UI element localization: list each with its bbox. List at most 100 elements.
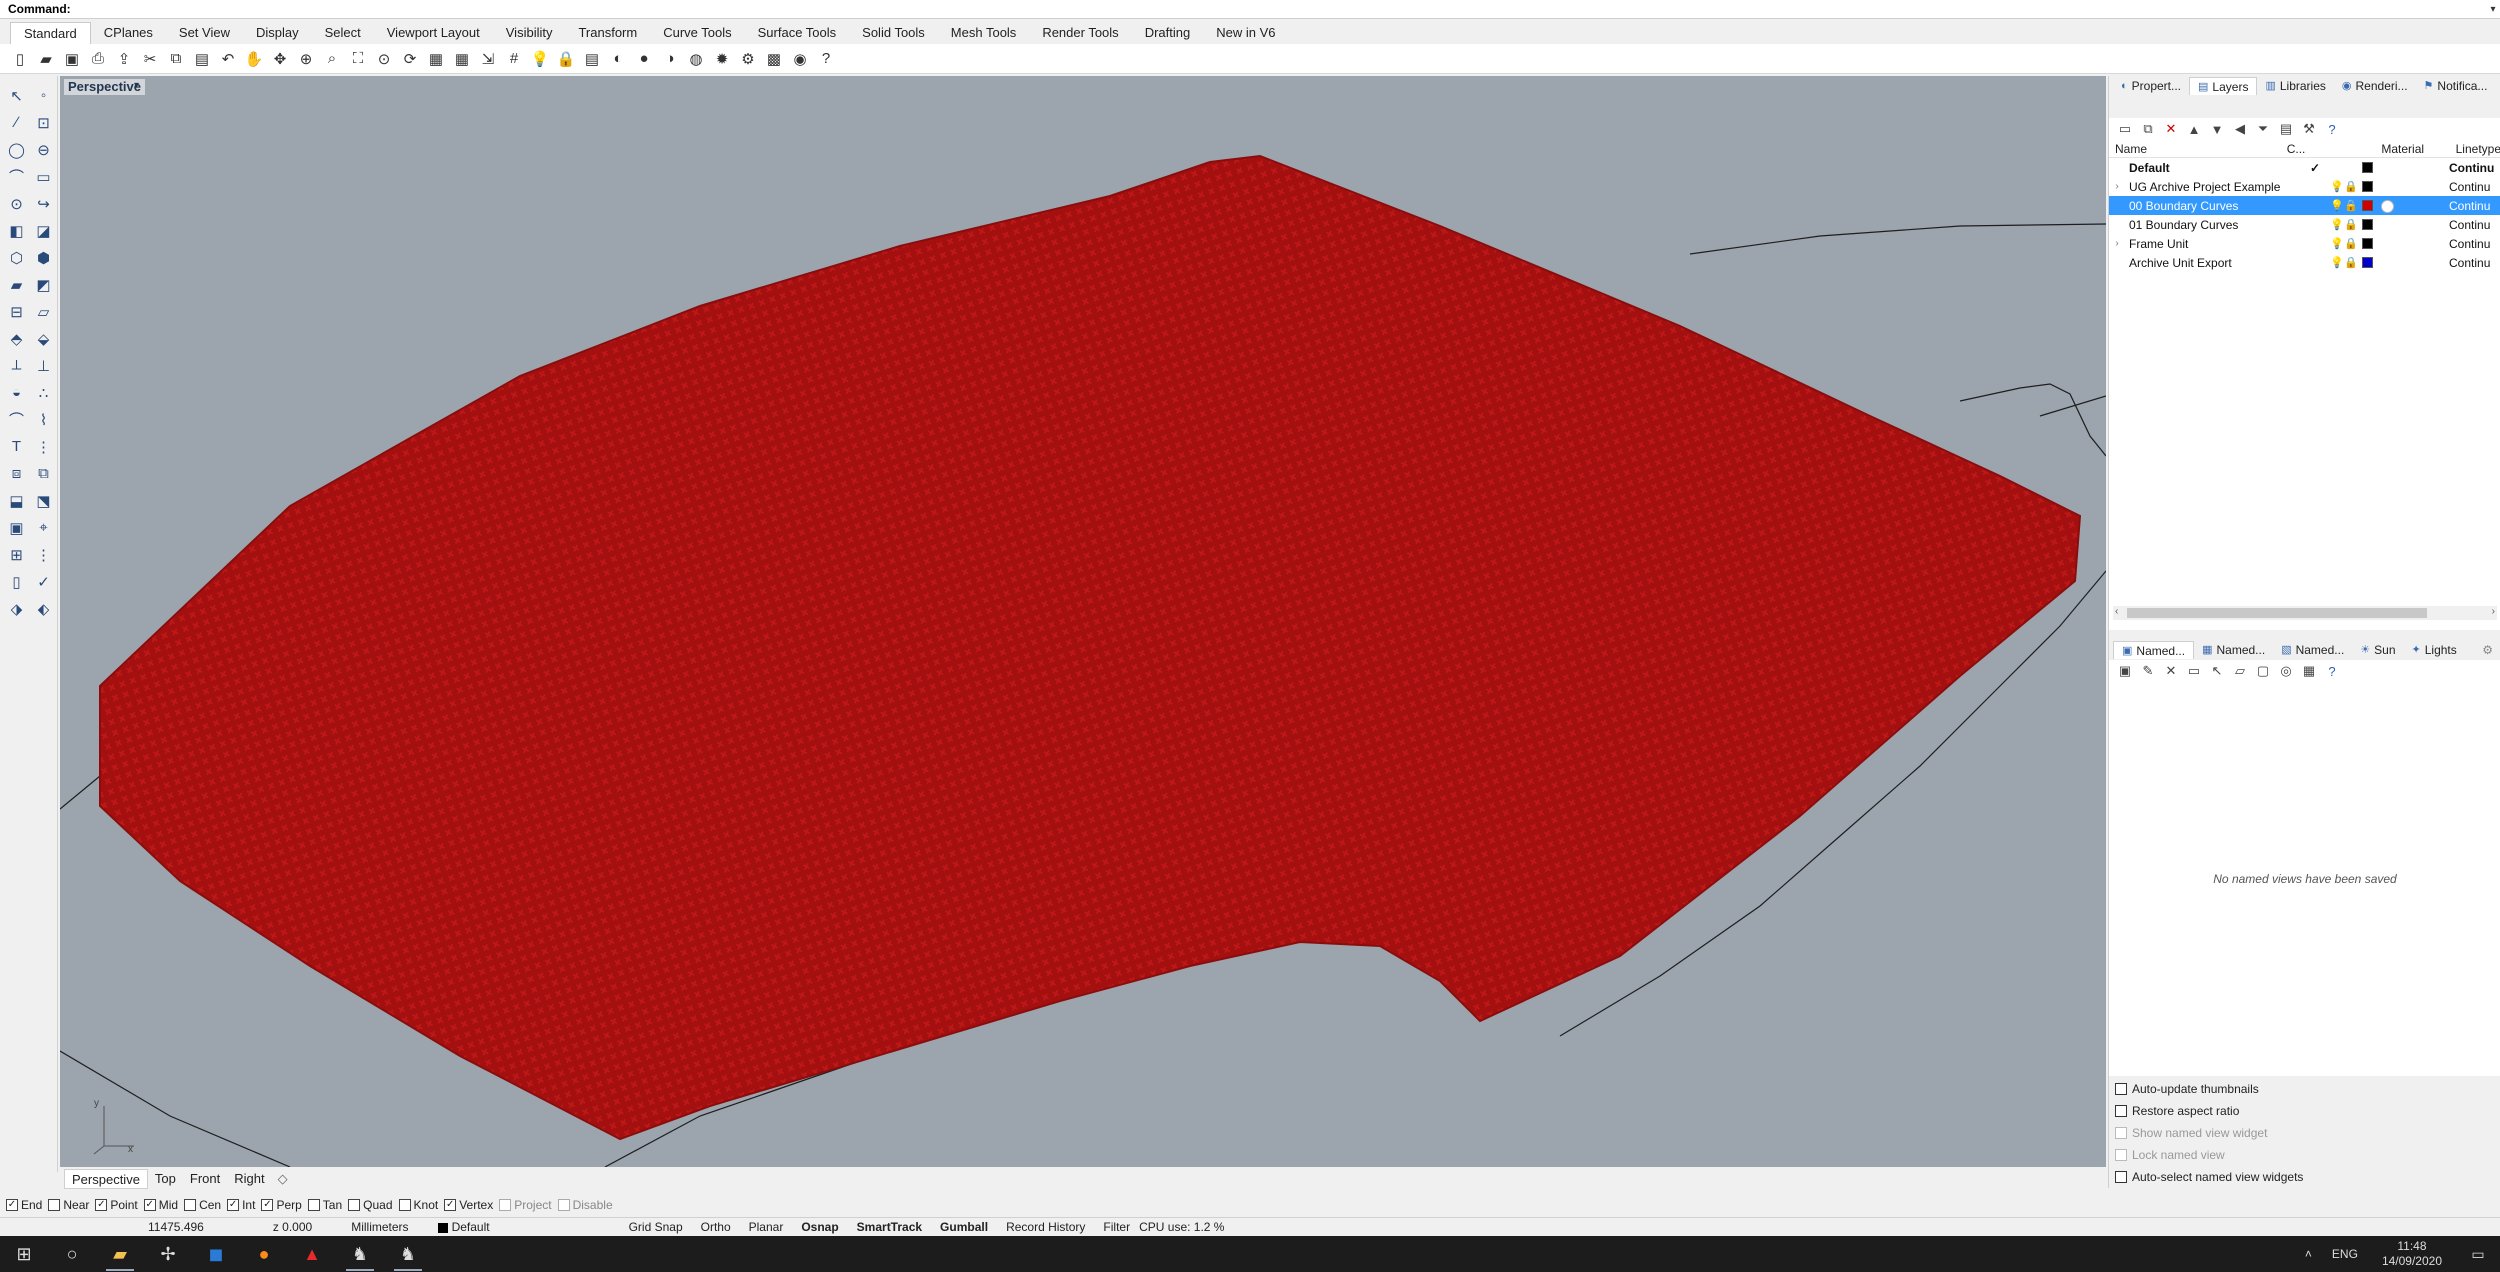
osnap-checkbox[interactable] (307, 1198, 320, 1211)
osnap-vertex[interactable]: ✓ Vertex (444, 1198, 493, 1212)
layer-name[interactable]: Archive Unit Export (2125, 256, 2300, 270)
help-icon[interactable]: ? (814, 47, 838, 71)
layer-color-swatch[interactable] (2362, 257, 2373, 268)
layer-row[interactable]: Default ✓ Continu (2109, 158, 2500, 177)
sphere-icon[interactable]: ⬢ (30, 244, 57, 271)
panel-tab-named-positions[interactable]: ▧ Named... (2273, 641, 2352, 659)
new-sublayer-icon[interactable]: ⧉ (2138, 119, 2158, 139)
firefox-icon[interactable]: ● (240, 1236, 288, 1272)
panel-tab-notifications[interactable]: ⚑ Notifica... (2416, 77, 2496, 95)
render-icon[interactable]: ⬗ (3, 595, 30, 622)
filter-icon[interactable]: ⏷ (2253, 119, 2273, 139)
move-down-icon[interactable]: ▼ (2207, 119, 2227, 139)
layer-name[interactable]: Frame Unit (2125, 237, 2300, 251)
cplane-icon[interactable]: ▦ (450, 47, 474, 71)
ellipse-icon[interactable]: ⊖ (30, 136, 57, 163)
options-icon[interactable]: ⚙ (736, 47, 760, 71)
tool-a-icon[interactable]: ▱ (2230, 661, 2250, 681)
osnap-checkbox[interactable]: ✓ (444, 1198, 457, 1211)
help-icon[interactable]: ? (2322, 661, 2342, 681)
rotate-view-icon[interactable]: ⟳ (398, 47, 422, 71)
tray-overflow-icon[interactable]: ˄ (2295, 1247, 2322, 1261)
zoom-extents-icon[interactable]: ⛶ (346, 47, 370, 71)
osnap-mid[interactable]: ✓ Mid (143, 1198, 178, 1212)
viewport-title[interactable]: Perspective (64, 79, 145, 95)
select-icon[interactable]: ↖ (3, 82, 30, 109)
bulb-icon[interactable]: 💡 (2330, 199, 2344, 212)
line-icon[interactable]: ∕ (3, 109, 30, 136)
move-to-parent-icon[interactable]: ◀ (2230, 119, 2250, 139)
record-history-toggle[interactable]: Record History (997, 1220, 1094, 1234)
text-icon[interactable]: T (3, 433, 30, 460)
osnap-near[interactable]: Near (48, 1198, 89, 1212)
toolbar-tab-curve-tools[interactable]: Curve Tools (650, 22, 744, 44)
toolbar-tab-new-in-v6[interactable]: New in V6 (1203, 22, 1288, 44)
grid-array-icon[interactable]: ▣ (3, 514, 30, 541)
viewport-tab-perspective[interactable]: Perspective (64, 1169, 148, 1189)
acrobat-icon[interactable]: ▲ (288, 1236, 336, 1272)
osnap-toggle[interactable]: Osnap (792, 1220, 847, 1234)
osnap-project[interactable]: Project (499, 1198, 552, 1212)
print-icon[interactable]: ⎙ (86, 47, 110, 71)
clock[interactable]: 11:48 14/09/2020 (2368, 1239, 2456, 1269)
perspective-viewport[interactable]: Perspective ▾ y x (60, 76, 2106, 1167)
osnap-checkbox[interactable]: ✓ (261, 1198, 274, 1211)
layer-color-swatch[interactable] (2362, 219, 2373, 230)
rhino-icon[interactable]: ♞ (336, 1236, 384, 1272)
scroll-thumb[interactable] (2127, 608, 2427, 618)
current-layer[interactable]: Default (418, 1220, 499, 1234)
scroll-right-icon[interactable]: › (2492, 606, 2495, 617)
lock-icon[interactable]: 🔒 (2344, 256, 2358, 269)
layer-color-swatch[interactable] (2362, 181, 2373, 192)
shaded-icon[interactable]: ◑ (658, 47, 682, 71)
toolbar-tab-viewport-layout[interactable]: Viewport Layout (374, 22, 493, 44)
layer-linetype[interactable]: Continu (2449, 161, 2499, 175)
rendered-icon[interactable]: ● (632, 47, 656, 71)
show-objects-icon[interactable]: 💡 (528, 47, 552, 71)
outlook-icon[interactable]: ◼ (192, 1236, 240, 1272)
rotate-icon[interactable]: ⌇ (30, 406, 57, 433)
lights-icon[interactable]: ✹ (710, 47, 734, 71)
expand-icon[interactable]: › (2109, 181, 2125, 192)
osnap-checkbox[interactable]: ✓ (227, 1198, 240, 1211)
osnap-end[interactable]: ✓ End (6, 1198, 42, 1212)
transform-icon[interactable]: ⊞ (3, 541, 30, 568)
osnap-checkbox[interactable]: ✓ (95, 1198, 108, 1211)
save-view-icon[interactable]: ▣ (2115, 661, 2135, 681)
pan-icon[interactable]: ✋ (242, 47, 266, 71)
polyline-icon[interactable]: ⊡ (30, 109, 57, 136)
start-icon[interactable]: ⊞ (0, 1236, 48, 1272)
curve-icon[interactable]: ↪ (30, 190, 57, 217)
save-icon[interactable]: ▣ (60, 47, 84, 71)
viewport-tab-top[interactable]: Top (148, 1169, 183, 1189)
osnap-checkbox[interactable]: ✓ (6, 1198, 18, 1211)
layer-color-swatch[interactable] (2362, 238, 2373, 249)
named-view-option[interactable]: Auto-select named view widgets (2115, 1166, 2495, 1188)
osnap-checkbox[interactable] (184, 1198, 197, 1211)
check-icon[interactable]: ✓ (30, 568, 57, 595)
join-icon[interactable]: ⟂ (3, 352, 30, 379)
tool-d-icon[interactable]: ▦ (2299, 661, 2319, 681)
layer-linetype[interactable]: Continu (2449, 199, 2499, 213)
layer-color-swatch[interactable] (2362, 200, 2373, 211)
panel-settings-icon[interactable]: ⚙ (2474, 641, 2500, 659)
layer-current-mark[interactable]: ✓ (2300, 161, 2330, 175)
language-indicator[interactable]: ENG (2322, 1247, 2368, 1261)
open-view-icon[interactable]: ▭ (2184, 661, 2204, 681)
delete-layer-icon[interactable]: ✕ (2161, 119, 2181, 139)
layer-settings-icon[interactable]: ⚒ (2299, 119, 2319, 139)
osnap-checkbox[interactable] (557, 1198, 570, 1211)
toolbar-tab-visibility[interactable]: Visibility (493, 22, 566, 44)
panel-tab-named-cplanes[interactable]: ▣ Named... (2113, 641, 2195, 659)
toolbar-tab-transform[interactable]: Transform (565, 22, 650, 44)
units[interactable]: Millimeters (321, 1220, 417, 1234)
zoom-selected-icon[interactable]: ⊙ (372, 47, 396, 71)
layer-row[interactable]: Archive Unit Export 💡 🔒 Continu (2109, 253, 2500, 272)
measure-icon[interactable]: ⬔ (30, 487, 57, 514)
point-cloud[interactable] (99, 154, 2082, 1141)
cylinder-icon[interactable]: ▰ (3, 271, 30, 298)
cut-icon[interactable]: ✂ (138, 47, 162, 71)
layer-row[interactable]: › UG Archive Project Example 💡 🔒 Continu (2109, 177, 2500, 196)
lock-icon[interactable]: 🔒 (554, 47, 578, 71)
block-icon[interactable]: ⧉ (30, 460, 57, 487)
